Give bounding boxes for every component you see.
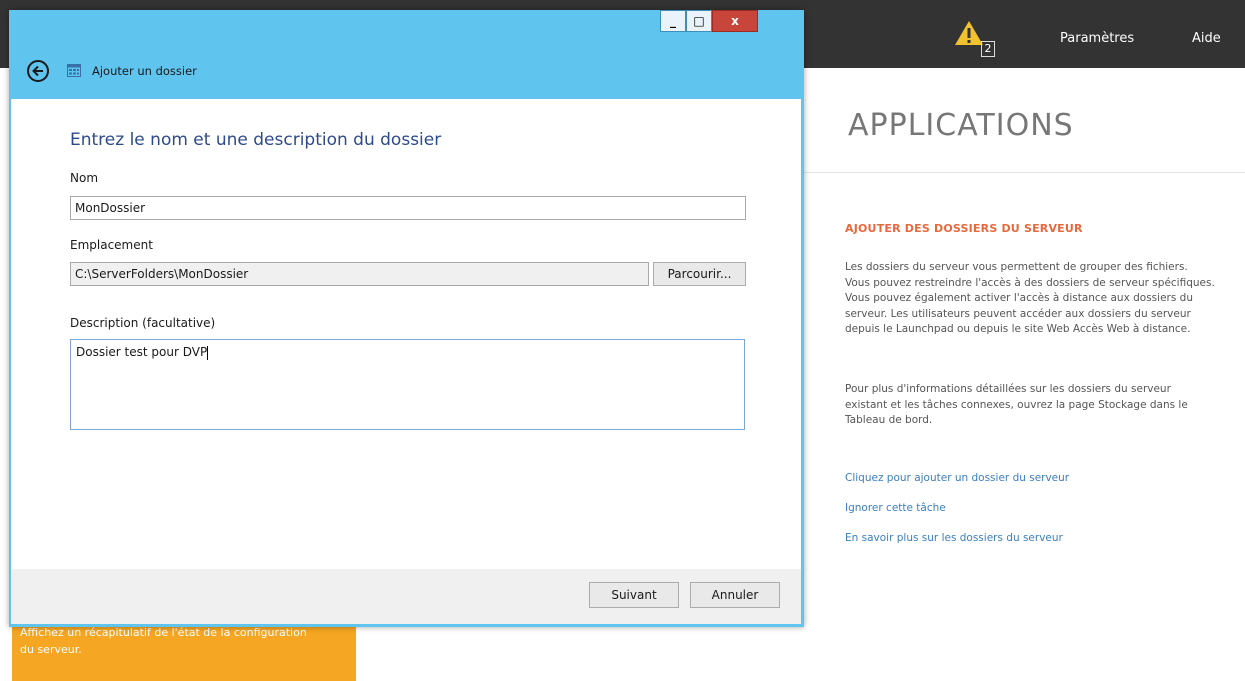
description-text: Dossier test pour DVP (76, 345, 208, 359)
dialog-title: Ajouter un dossier (92, 64, 197, 78)
task-description: Les dossiers du serveur vous permettent … (845, 261, 1215, 335)
location-label: Emplacement (70, 238, 153, 252)
maximize-button[interactable]: □ (686, 10, 712, 32)
warning-icon (955, 21, 983, 45)
browse-button[interactable]: Parcourir... (653, 262, 746, 286)
applications-title: APPLICATIONS (848, 108, 1074, 143)
add-folder-dialog: _ □ x Ajouter un dossier Entrez le nom e… (9, 10, 804, 627)
status-tile-text: Affichez un récapitulatif de l'état de l… (20, 626, 307, 656)
name-input[interactable]: MonDossier (70, 196, 746, 220)
dialog-nav-bar: Ajouter un dossier (9, 46, 804, 98)
ignore-task-link[interactable]: Ignorer cette tâche (845, 502, 946, 514)
back-button[interactable] (27, 60, 49, 82)
minimize-button[interactable]: _ (660, 10, 686, 32)
cancel-button[interactable]: Annuler (690, 582, 780, 608)
dialog-content: Entrez le nom et une description du doss… (11, 99, 801, 569)
settings-link[interactable]: Paramètres (1060, 31, 1134, 46)
dialog-footer: Suivant Annuler (11, 569, 801, 624)
location-input[interactable]: C:\ServerFolders\MonDossier (70, 262, 649, 286)
description-label: Description (facultative) (70, 316, 216, 330)
divider (800, 172, 1245, 173)
learn-more-link[interactable]: En savoir plus sur les dossiers du serve… (845, 532, 1063, 544)
task-more-info: Pour plus d'informations détaillées sur … (845, 383, 1188, 426)
back-arrow-icon (32, 65, 43, 77)
alert-count-badge: 2 (981, 41, 995, 57)
close-button[interactable]: x (712, 10, 758, 32)
help-link[interactable]: Aide (1192, 31, 1221, 46)
next-button[interactable]: Suivant (589, 582, 679, 608)
text-caret (207, 345, 209, 360)
task-title: AJOUTER DES DOSSIERS DU SERVEUR (845, 222, 1083, 235)
page-heading: Entrez le nom et une description du doss… (70, 130, 442, 150)
name-label: Nom (70, 171, 99, 185)
description-textarea[interactable]: Dossier test pour DVP (70, 339, 745, 430)
alerts-button[interactable]: 2 (954, 20, 995, 60)
add-server-folder-link[interactable]: Cliquez pour ajouter un dossier du serve… (845, 472, 1069, 484)
folder-app-icon (67, 64, 81, 77)
